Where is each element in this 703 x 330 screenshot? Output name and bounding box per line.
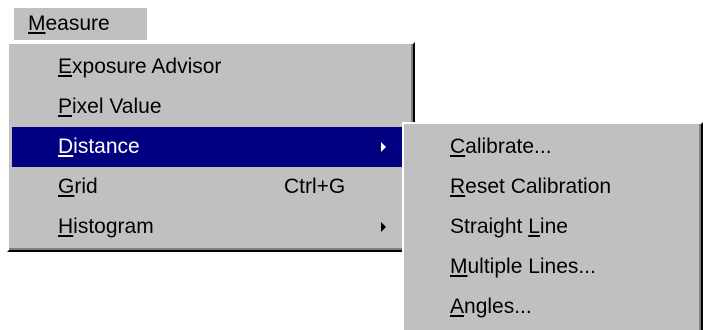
- menu-item-label: Grid: [58, 175, 98, 198]
- submenu-item-multiple-lines[interactable]: Multiple Lines...: [407, 247, 696, 287]
- submenu-item-reset-calibration[interactable]: Reset Calibration: [407, 167, 696, 207]
- submenu-item-calibrate[interactable]: Calibrate...: [407, 127, 696, 167]
- distance-submenu: Calibrate... Reset Calibration Straight …: [402, 122, 703, 330]
- menu-item-distance[interactable]: Distance: [12, 127, 408, 167]
- submenu-arrow-icon: [381, 142, 386, 152]
- menu-item-histogram[interactable]: Histogram: [12, 207, 408, 247]
- menu-item-label: Angles...: [450, 295, 532, 318]
- menu-item-pixel-value[interactable]: Pixel Value: [12, 87, 408, 127]
- submenu-item-straight-line[interactable]: Straight Line: [407, 207, 696, 247]
- menu-item-label: Exposure Advisor: [58, 55, 222, 78]
- menu-item-label: Multiple Lines...: [450, 255, 596, 278]
- menu-item-label: Histogram: [58, 215, 154, 238]
- menubar-measure-label: Measure: [28, 12, 110, 35]
- menubar-measure[interactable]: Measure: [14, 8, 147, 40]
- submenu-arrow-icon: [381, 222, 386, 232]
- menu-item-label: Reset Calibration: [450, 175, 612, 198]
- menu-item-shortcut: Ctrl+G: [284, 175, 346, 198]
- submenu-item-angles[interactable]: Angles...: [407, 287, 696, 327]
- menu-item-label: Calibrate...: [450, 135, 552, 158]
- menu-item-label: Pixel Value: [58, 95, 162, 118]
- menu-item-exposure-advisor[interactable]: Exposure Advisor: [12, 47, 408, 87]
- measure-menu: Exposure Advisor Pixel Value Distance Gr…: [7, 42, 415, 252]
- menu-item-label: Distance: [58, 135, 140, 158]
- menu-item-grid[interactable]: Grid Ctrl+G: [12, 167, 408, 207]
- menu-item-label: Straight Line: [450, 215, 568, 238]
